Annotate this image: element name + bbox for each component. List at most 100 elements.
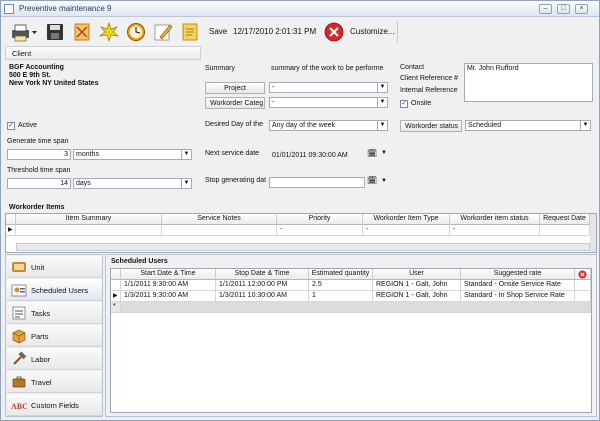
- delete-icon[interactable]: [578, 270, 587, 279]
- table-cell[interactable]: REGION 1 - Galt, John: [373, 291, 461, 302]
- col-estimated-quantity[interactable]: Estimated quantity: [309, 269, 373, 280]
- col-suggested-rate[interactable]: Suggested rate: [461, 269, 575, 280]
- client-address-line1: 500 E 9th St.: [9, 72, 51, 79]
- generate-span-input[interactable]: 3: [7, 149, 71, 160]
- labor-icon: [13, 351, 27, 365]
- active-checkbox[interactable]: ✓: [7, 122, 15, 130]
- summary-label: Summary: [205, 65, 235, 72]
- chevron-down-icon[interactable]: ▼: [181, 150, 191, 159]
- col-request-date[interactable]: Request Date: [540, 214, 590, 225]
- edit-pencil-icon[interactable]: [152, 21, 174, 43]
- generate-span-unit: months: [76, 151, 99, 158]
- project-select[interactable]: - ▼: [269, 82, 388, 93]
- chevron-down-icon[interactable]: ▼: [381, 178, 387, 184]
- vertical-scrollbar[interactable]: [590, 214, 596, 252]
- row-header: [6, 214, 16, 225]
- threshold-span-label: Threshold time span: [7, 167, 71, 174]
- onsite-label: Onsite: [411, 100, 432, 107]
- generate-span-unit-select[interactable]: months ▼: [73, 149, 192, 160]
- calendar-icon[interactable]: 🗓: [367, 176, 377, 185]
- save-disk-icon[interactable]: [44, 21, 66, 43]
- col-item-summary[interactable]: Item Summary: [16, 214, 162, 225]
- table-cell[interactable]: 1/3/2011 9:30:00 AM: [121, 291, 216, 302]
- save-button[interactable]: Save: [209, 27, 227, 36]
- print-icon[interactable]: [9, 21, 39, 43]
- sidebar-item-labor[interactable]: Labor: [7, 348, 102, 370]
- pattern-icon[interactable]: [71, 21, 93, 43]
- table-cell[interactable]: Standard - In Shop Service Rate: [461, 291, 575, 302]
- chevron-down-icon[interactable]: ▼: [181, 179, 191, 188]
- col-workorder-item-type[interactable]: Workorder Item Type: [363, 214, 450, 225]
- toolbar: Save 12/17/2010 2:01:31 PM Customize...: [1, 18, 599, 46]
- chevron-down-icon[interactable]: ▼: [580, 121, 590, 130]
- table-cell[interactable]: 1/3/2011 10:30:00 AM: [216, 291, 309, 302]
- workorder-category-value: -: [272, 99, 275, 106]
- col-stop-date[interactable]: Stop Date & Time: [216, 269, 309, 280]
- col-start-date[interactable]: Start Date & Time: [121, 269, 216, 280]
- col-workorder-item-status[interactable]: Workorder item status: [450, 214, 540, 225]
- workorder-status-select[interactable]: Scheduled ▼: [465, 120, 591, 131]
- desired-day-select[interactable]: Any day of the week ▼: [269, 120, 388, 131]
- sidebar-item-label: Travel: [31, 378, 52, 387]
- table-cell[interactable]: -: [450, 225, 540, 236]
- summary-input[interactable]: summary of the work to be performe: [268, 63, 390, 74]
- internal-reference-label: Internal Reference: [400, 87, 458, 94]
- table-cell[interactable]: [540, 225, 590, 236]
- scheduled-users-panel: Scheduled Users Start Date & Time Stop D…: [105, 254, 597, 417]
- table-cell[interactable]: Standard - Onsite Service Rate: [461, 280, 575, 291]
- abc-icon: ABC: [11, 402, 27, 411]
- next-service-input[interactable]: 01/01/2011 09:30:00 AM: [269, 150, 365, 161]
- delete-icon[interactable]: [323, 21, 345, 43]
- calendar-icon[interactable]: 🗓: [367, 149, 377, 158]
- workorder-category-button[interactable]: Workorder Categ: [205, 97, 265, 109]
- table-cell[interactable]: -: [363, 225, 450, 236]
- table-cell[interactable]: 1/1/2011 9:30:00 AM: [121, 280, 216, 291]
- notes-icon[interactable]: [179, 21, 201, 43]
- app-window: Preventive maintenance 9 – □ × Save 12/1…: [0, 0, 600, 421]
- chevron-down-icon[interactable]: ▼: [377, 83, 387, 92]
- chevron-down-icon[interactable]: ▼: [381, 150, 387, 156]
- threshold-span-input[interactable]: 14: [7, 178, 71, 189]
- close-button[interactable]: ×: [575, 4, 588, 14]
- desired-day-value: Any day of the week: [272, 122, 336, 129]
- table-cell[interactable]: 1/1/2011 12:00:00 PM: [216, 280, 309, 291]
- chevron-down-icon[interactable]: ▼: [377, 98, 387, 107]
- table-cell[interactable]: [16, 225, 162, 236]
- client-button[interactable]: Client: [5, 46, 201, 60]
- active-label: Active: [18, 122, 38, 129]
- table-cell[interactable]: 1: [309, 291, 373, 302]
- sidebar-item-scheduled-users[interactable]: Scheduled Users: [7, 279, 102, 301]
- new-row[interactable]: [121, 302, 591, 313]
- customize-button[interactable]: Customize...: [350, 27, 394, 36]
- col-priority[interactable]: Priority: [277, 214, 363, 225]
- onsite-checkbox[interactable]: ✓: [400, 100, 408, 108]
- project-value: -: [272, 84, 275, 91]
- horizontal-scrollbar[interactable]: [16, 243, 590, 251]
- star-burst-icon[interactable]: [98, 21, 120, 43]
- table-cell[interactable]: REGION 1 - Galt, John: [373, 280, 461, 291]
- contact-input[interactable]: Mr. John Rufford: [464, 63, 593, 102]
- col-service-notes[interactable]: Service Notes: [162, 214, 277, 225]
- table-cell[interactable]: -: [277, 225, 363, 236]
- col-user[interactable]: User: [373, 269, 461, 280]
- sidebar-item-parts[interactable]: Parts: [7, 325, 102, 347]
- minimize-button[interactable]: –: [539, 4, 552, 14]
- table-cell[interactable]: [162, 225, 277, 236]
- table-cell[interactable]: 2.5: [309, 280, 373, 291]
- sidebar-item-travel[interactable]: Travel: [7, 371, 102, 393]
- sidebar-item-unit[interactable]: Unit: [7, 256, 102, 278]
- sidebar-item-tasks[interactable]: Tasks: [7, 302, 102, 324]
- svg-text:ABC: ABC: [11, 402, 27, 411]
- threshold-span-unit-select[interactable]: days ▼: [73, 178, 192, 189]
- client-address-line2: New York NY United States: [9, 80, 99, 87]
- workorder-category-select[interactable]: - ▼: [269, 97, 388, 108]
- workorder-status-button[interactable]: Workorder status: [400, 120, 462, 132]
- toolbar-separator: [397, 21, 398, 43]
- tasks-icon: [12, 306, 26, 320]
- project-button[interactable]: Project: [205, 82, 265, 94]
- maximize-button[interactable]: □: [557, 4, 570, 14]
- clock-icon[interactable]: [125, 21, 147, 43]
- sidebar-item-custom-fields[interactable]: ABC Custom Fields: [7, 394, 102, 416]
- chevron-down-icon[interactable]: ▼: [377, 121, 387, 130]
- stop-generating-input[interactable]: [269, 177, 365, 188]
